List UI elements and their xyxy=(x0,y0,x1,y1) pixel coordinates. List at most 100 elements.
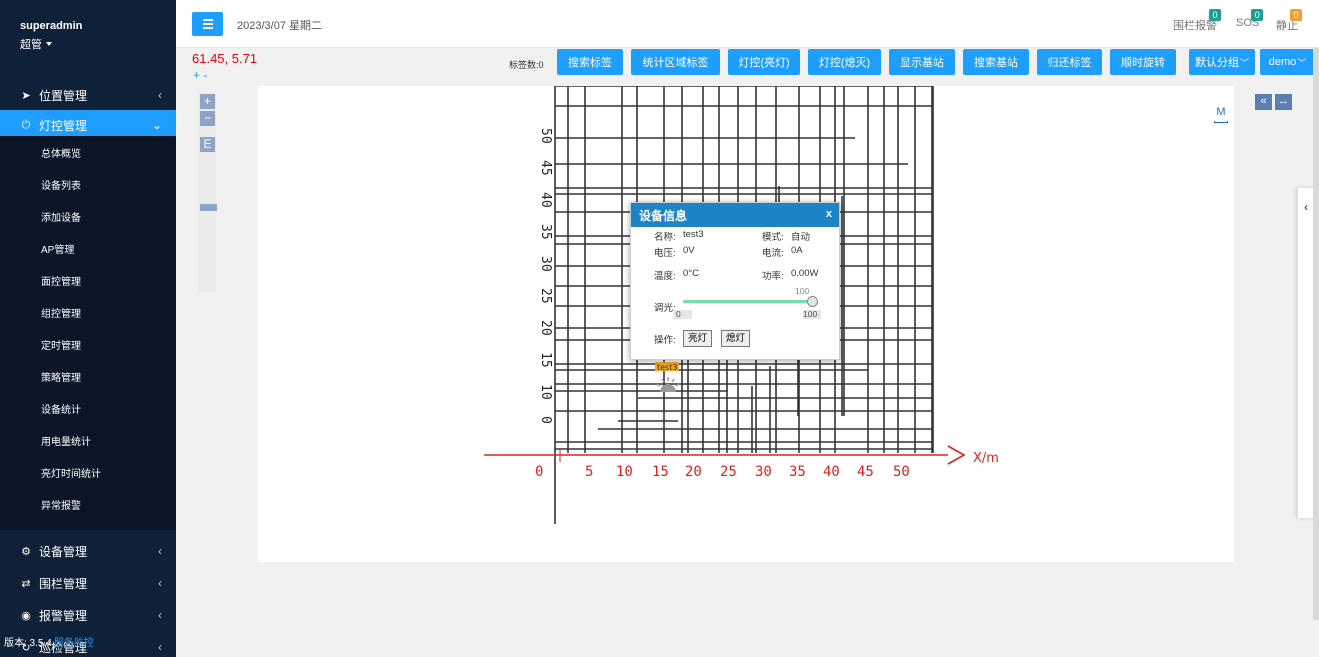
menu-toggle-button[interactable] xyxy=(192,12,223,36)
static-badge: 0 xyxy=(1290,9,1302,21)
x-tick-label: 35 xyxy=(789,464,806,480)
group-select[interactable]: 默认分组 ﹀ xyxy=(1189,49,1255,75)
version-label: 版本: 3.5.4 xyxy=(4,638,52,649)
tag-count: 标签数:0 xyxy=(509,60,544,70)
measure-button[interactable]: M xyxy=(1210,106,1232,128)
map-select-value: demo xyxy=(1268,56,1297,68)
sos-link[interactable]: SOS 0 xyxy=(1236,9,1264,29)
collapse-button[interactable]: « xyxy=(1255,94,1272,110)
turn-on-button[interactable]: 亮灯 xyxy=(683,330,713,347)
mode-value: 自动 xyxy=(791,232,811,243)
nav-label-alarm: 报警管理 xyxy=(39,608,88,623)
submenu-item[interactable]: 面控管理 xyxy=(0,264,176,296)
submenu-item[interactable]: 添加设备 xyxy=(0,200,176,232)
y-tick-label: 25 xyxy=(538,288,553,304)
zoom-out-button[interactable]: − xyxy=(200,111,215,126)
popup-header: 设备信息 x xyxy=(631,203,839,227)
x-tick-label: 40 xyxy=(823,464,840,480)
submenu-item[interactable]: 用电量统计 xyxy=(0,424,176,456)
nav-label-lighting: 灯控管理 xyxy=(39,118,88,133)
dim-min: 0 xyxy=(676,309,681,319)
chevron-left-icon: ‹ xyxy=(158,640,162,654)
fence-alarm-badge: 0 xyxy=(1209,9,1221,21)
user-block: superadmin 超管 xyxy=(0,0,176,80)
x-axis-label: X/m xyxy=(973,451,999,466)
page-scrollbar[interactable] xyxy=(1313,48,1319,620)
return-tag-button[interactable]: 归还标签 xyxy=(1037,49,1102,75)
dim-slider-handle[interactable] xyxy=(807,296,818,307)
y-tick-label: 20 xyxy=(538,320,553,336)
zoom-slider-handle[interactable] xyxy=(200,204,217,211)
chevron-left-icon: ‹ xyxy=(158,88,162,102)
mode-label: 模式: xyxy=(762,232,784,243)
submenu-item[interactable]: 总体概览 xyxy=(0,136,176,168)
x-tick-label: 30 xyxy=(755,464,772,480)
top-bar: 2023/3/07 星期二 围栏报警 0 SOS 0 静止 0 xyxy=(176,0,1319,48)
rotate-clockwise-button[interactable]: 顺时旋转 xyxy=(1110,49,1176,75)
static-link[interactable]: 静止 0 xyxy=(1276,9,1302,33)
light-on-button[interactable]: 灯控(亮灯) xyxy=(728,49,800,75)
chevron-left-icon[interactable]: ‹ xyxy=(1304,200,1308,214)
x-tick-label: 15 xyxy=(652,464,669,480)
group-select-value: 默认分组 xyxy=(1194,57,1239,69)
submenu-item[interactable]: 异常报警 xyxy=(0,488,176,520)
nav-item-fence[interactable]: ⇄ 围栏管理 ‹ xyxy=(0,568,176,598)
x-tick-label: 25 xyxy=(720,464,737,480)
y-tick-label: 50 xyxy=(538,128,553,144)
submenu-item[interactable]: 策略管理 xyxy=(0,360,176,392)
dim-current-value: 100 xyxy=(795,286,810,296)
popup-close-button[interactable]: x xyxy=(826,208,832,220)
light-off-button[interactable]: 灯控(熄灭) xyxy=(808,49,881,75)
fence-alarm-label: 围栏报警 xyxy=(1173,20,1217,32)
y-tick-label: 45 xyxy=(538,160,553,176)
zoom-in-button[interactable]: + xyxy=(200,94,215,109)
submenu-item[interactable]: AP管理 xyxy=(0,232,176,264)
nav-item-location[interactable]: ➤ 位置管理 ‹ xyxy=(0,80,176,110)
dim-slider-track[interactable] xyxy=(683,300,813,303)
current-value: 0A xyxy=(791,245,803,256)
temp-value: 0°C xyxy=(683,268,699,279)
version-info: 版本: 3.5.4 服务监控 xyxy=(4,634,94,649)
fence-alarm-link[interactable]: 围栏报警 0 xyxy=(1173,9,1221,33)
search-tag-button[interactable]: 搜索标签 xyxy=(557,49,623,75)
x-tick-label: 45 xyxy=(857,464,874,480)
retweet-icon: ⇄ xyxy=(21,577,31,590)
show-stations-button[interactable]: 显示基站 xyxy=(889,49,955,75)
hamburger-icon-line xyxy=(202,27,213,29)
static-label: 静止 xyxy=(1276,20,1298,32)
chevron-down-icon: ﹀ xyxy=(1239,57,1249,68)
sos-badge: 0 xyxy=(1251,9,1264,21)
submenu-item[interactable]: 设备列表 xyxy=(0,168,176,200)
map-select[interactable]: demo ﹀ xyxy=(1260,49,1315,75)
ruler-icon xyxy=(1214,121,1228,123)
chevron-left-icon: ‹ xyxy=(158,544,162,558)
x-tick-label: 50 xyxy=(893,464,910,480)
y-tick-label: 0 xyxy=(538,416,553,424)
area-tag-stats-button[interactable]: 统计区域标签 xyxy=(631,49,720,75)
nav-item-alarm[interactable]: ◉ 报警管理 ‹ xyxy=(0,600,176,630)
zoom-text[interactable]: + - xyxy=(193,68,207,82)
turn-off-button[interactable]: 熄灯 xyxy=(721,330,751,347)
user-role-label: 超管 xyxy=(20,39,42,51)
current-label: 电流: xyxy=(762,248,784,259)
power-label: 功率: xyxy=(762,271,784,282)
user-role-dropdown[interactable]: 超管 xyxy=(20,36,176,52)
submenu-item[interactable]: 亮灯时间统计 xyxy=(0,456,176,488)
y-tick-label: 30 xyxy=(538,256,553,272)
edit-button[interactable]: E xyxy=(200,137,215,152)
x-tick-label: 20 xyxy=(685,464,702,480)
service-monitor-link[interactable]: 服务监控 xyxy=(54,634,94,649)
submenu-item[interactable]: 设备统计 xyxy=(0,392,176,424)
submenu-item[interactable]: 定时管理 xyxy=(0,328,176,360)
y-tick-label: 35 xyxy=(538,224,553,240)
user-name: superadmin xyxy=(20,20,83,32)
submenu-item[interactable]: 组控管理 xyxy=(0,296,176,328)
voltage-value: 0V xyxy=(683,245,695,256)
voltage-label: 电压: xyxy=(654,248,676,259)
eye-icon: ◉ xyxy=(21,609,31,622)
fit-width-button[interactable]: ↔ xyxy=(1275,94,1292,110)
y-tick-label: 10 xyxy=(538,384,553,400)
search-stations-button[interactable]: 搜索基站 xyxy=(963,49,1029,75)
nav-item-device[interactable]: ⚙ 设备管理 ‹ xyxy=(0,536,176,566)
light-marker[interactable]: test3 xyxy=(655,362,680,392)
